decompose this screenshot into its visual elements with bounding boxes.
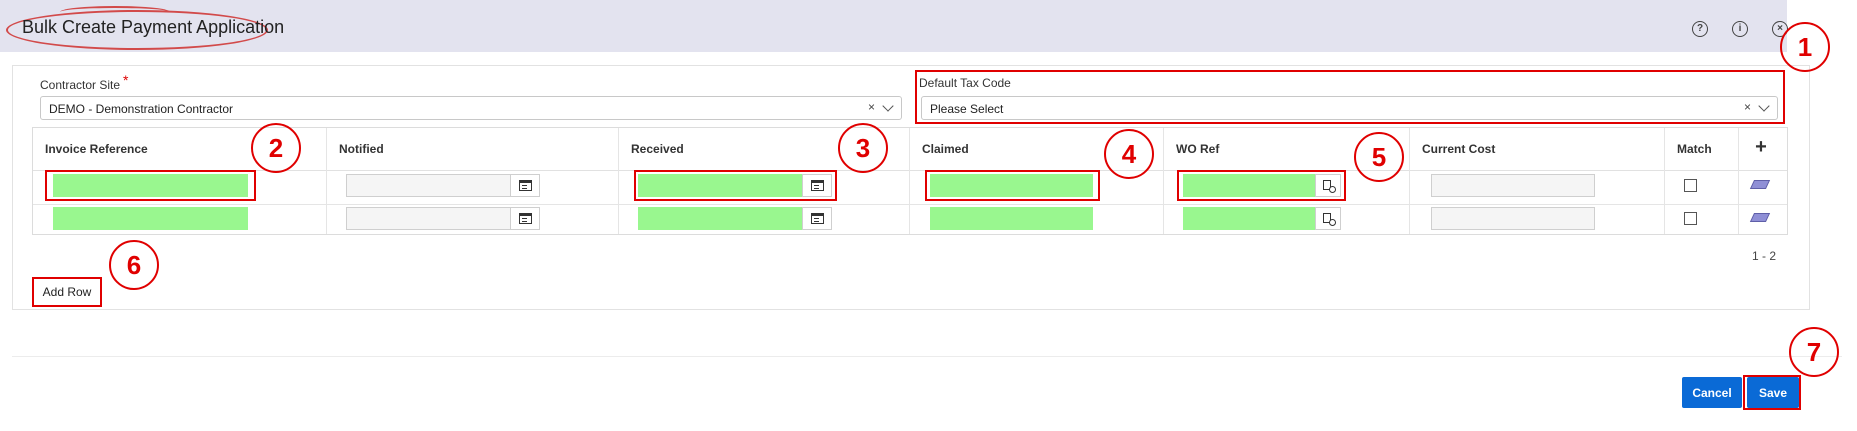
column-divider xyxy=(1738,128,1739,234)
cancel-button[interactable]: Cancel xyxy=(1682,377,1742,408)
calendar-icon xyxy=(519,180,532,191)
column-header-invoice-reference[interactable]: Invoice Reference xyxy=(45,142,148,156)
annotation-box-save xyxy=(1743,375,1801,410)
column-divider xyxy=(326,128,327,234)
row-divider xyxy=(33,204,1787,205)
info-icon[interactable]: i xyxy=(1732,21,1748,37)
column-header-wo-ref[interactable]: WO Ref xyxy=(1176,142,1219,156)
add-column-button[interactable]: + xyxy=(1753,137,1769,157)
column-header-current-cost[interactable]: Current Cost xyxy=(1422,142,1495,156)
annotation-box-invoice-reference xyxy=(45,170,256,201)
chevron-down-icon[interactable] xyxy=(882,100,894,112)
column-divider xyxy=(909,128,910,234)
calendar-icon xyxy=(811,213,824,224)
contractor-site-label: Contractor Site * xyxy=(40,72,129,92)
calendar-icon xyxy=(519,213,532,224)
column-divider xyxy=(1163,128,1164,234)
annotation-box-wo-ref xyxy=(1177,170,1346,201)
column-divider xyxy=(618,128,619,234)
annotation-badge-6: 6 xyxy=(109,240,159,290)
column-header-received[interactable]: Received xyxy=(631,142,684,156)
notified-date-input[interactable] xyxy=(346,174,511,197)
lookup-button[interactable] xyxy=(1315,207,1341,230)
annotation-box-tax-code xyxy=(915,70,1785,124)
dialog-title: Bulk Create Payment Application xyxy=(22,17,285,37)
claimed-input[interactable] xyxy=(930,207,1093,230)
column-header-notified[interactable]: Notified xyxy=(339,142,384,156)
clear-icon[interactable]: × xyxy=(868,100,875,114)
annotation-badge-1: 1 xyxy=(1780,22,1830,72)
invoice-reference-input[interactable] xyxy=(53,207,248,230)
contractor-site-select[interactable]: DEMO - Demonstration Contractor × xyxy=(40,96,902,120)
current-cost-input[interactable] xyxy=(1431,207,1595,230)
column-divider xyxy=(1409,128,1410,234)
annotation-badge-7: 7 xyxy=(1789,327,1839,377)
calendar-button[interactable] xyxy=(510,174,540,197)
annotation-badge-3: 3 xyxy=(838,123,888,173)
pagination-text: 1 - 2 xyxy=(1752,249,1777,263)
match-checkbox[interactable] xyxy=(1684,212,1697,225)
notified-date-input[interactable] xyxy=(346,207,511,230)
annotation-box-received xyxy=(634,170,837,201)
match-checkbox[interactable] xyxy=(1684,179,1697,192)
lookup-icon xyxy=(1323,213,1336,226)
required-marker: * xyxy=(123,72,129,88)
footer-divider xyxy=(12,356,1842,357)
annotation-badge-5: 5 xyxy=(1354,132,1404,182)
wo-ref-input[interactable] xyxy=(1183,207,1315,230)
annotation-badge-4: 4 xyxy=(1104,129,1154,179)
current-cost-input[interactable] xyxy=(1431,174,1595,197)
column-header-claimed[interactable]: Claimed xyxy=(922,142,969,156)
contractor-site-value: DEMO - Demonstration Contractor xyxy=(49,102,234,116)
dialog-titlebar: Bulk Create Payment Application ? i × xyxy=(0,0,1788,52)
received-date-input[interactable] xyxy=(638,207,803,230)
add-row-button[interactable]: Add Row xyxy=(32,277,102,307)
annotation-box-claimed xyxy=(925,170,1100,201)
calendar-button[interactable] xyxy=(802,207,832,230)
column-header-match[interactable]: Match xyxy=(1677,142,1712,156)
calendar-button[interactable] xyxy=(510,207,540,230)
help-icon[interactable]: ? xyxy=(1692,21,1708,37)
column-divider xyxy=(1664,128,1665,234)
annotation-badge-2: 2 xyxy=(251,123,301,173)
